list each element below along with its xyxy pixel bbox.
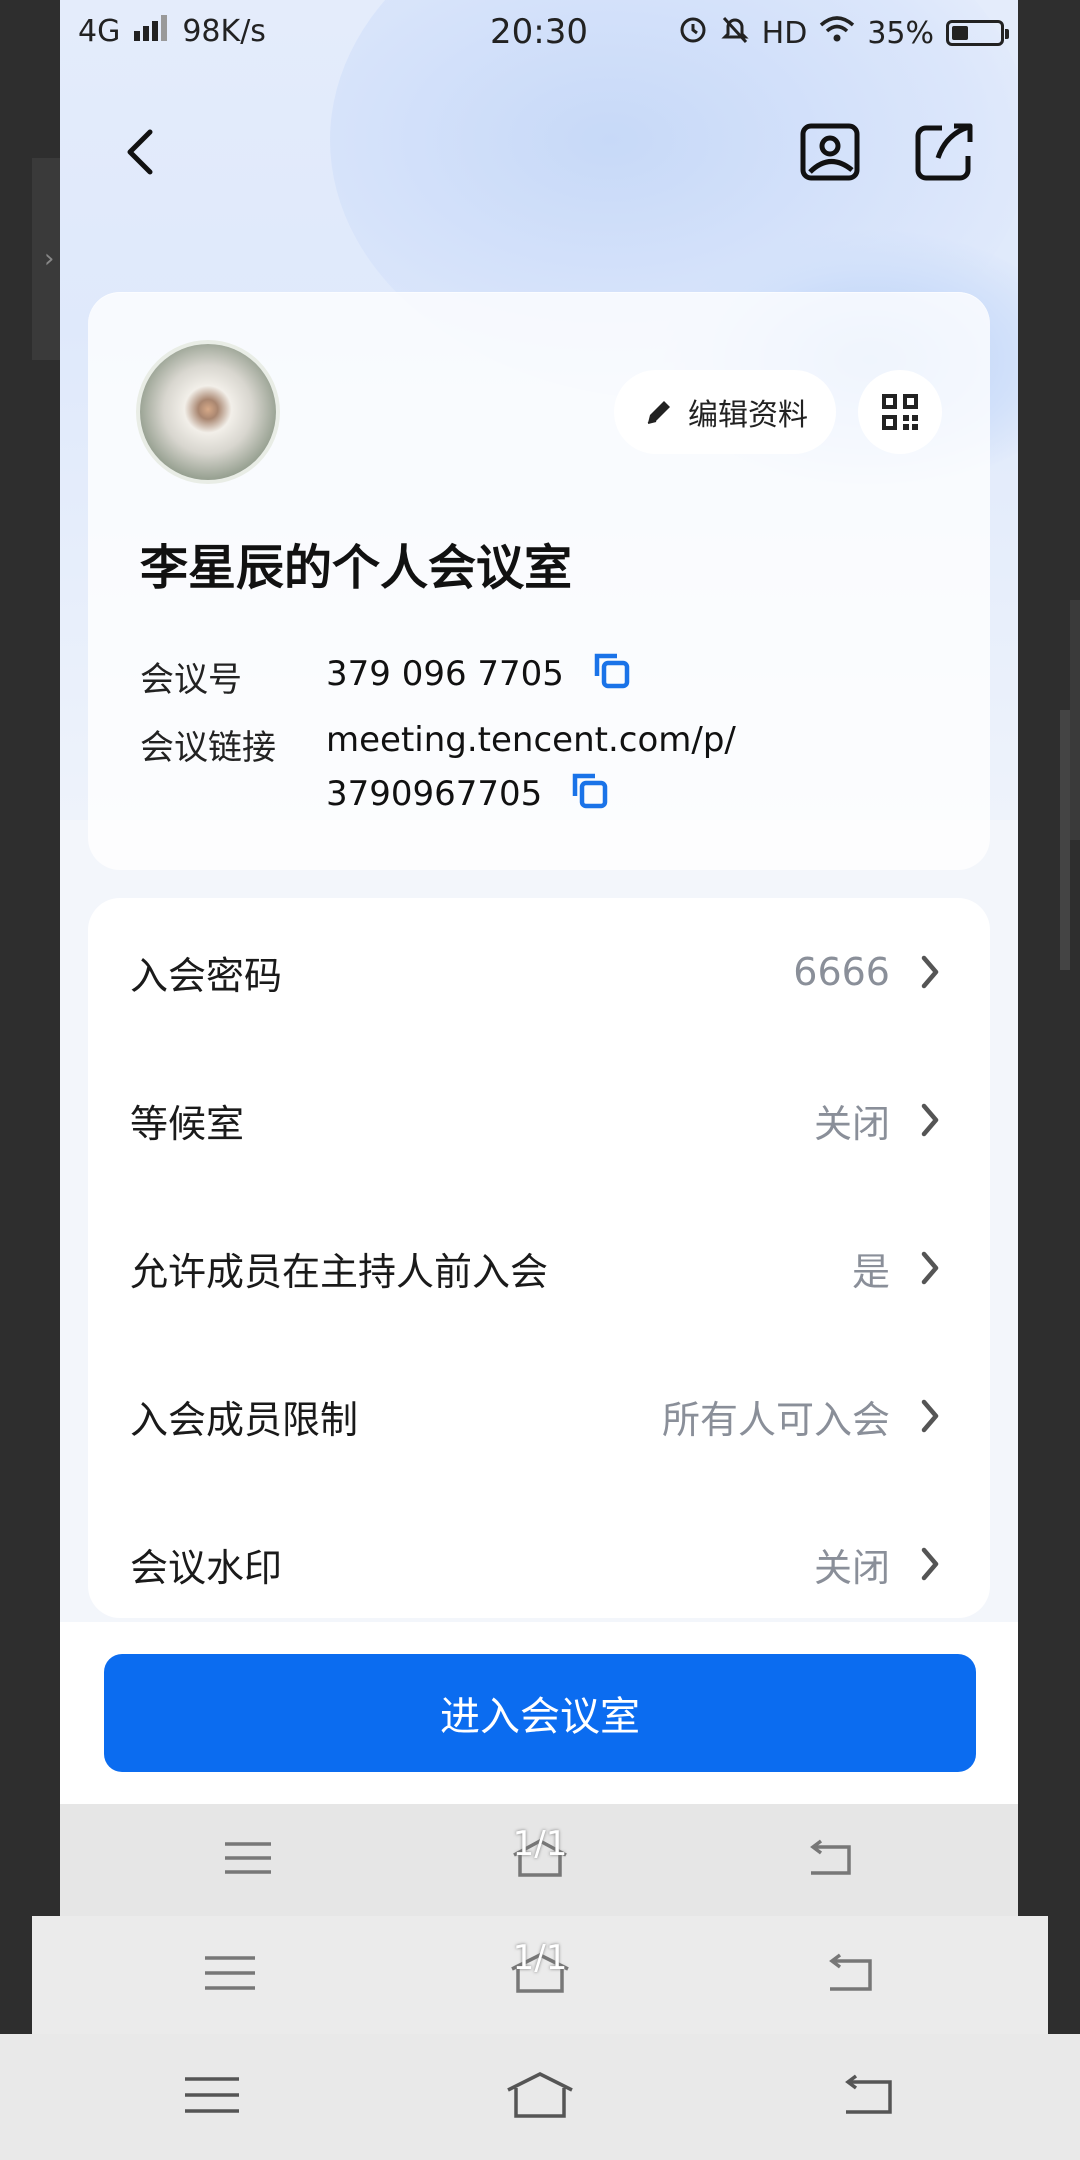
bottom-action-bar: 进入会议室	[60, 1622, 1018, 1804]
copy-meeting-link-button[interactable]	[571, 772, 609, 819]
hd-indicator: HD	[761, 15, 808, 51]
chevron-right-icon	[921, 955, 939, 989]
battery-percent: 35%	[867, 15, 934, 51]
back-icon[interactable]	[805, 1839, 855, 1881]
back-icon[interactable]	[824, 1953, 876, 1997]
system-nav-bar: 1/1	[32, 1916, 1048, 2034]
copy-meeting-id-button[interactable]	[593, 652, 631, 699]
home-icon[interactable]	[504, 2070, 576, 2124]
avatar[interactable]	[140, 344, 276, 480]
qr-code-icon	[882, 394, 918, 430]
meeting-link-line2: 3790967705	[326, 774, 543, 814]
pencil-icon	[647, 401, 670, 424]
battery-icon	[946, 20, 1009, 46]
meeting-link-label: 会议链接	[140, 728, 276, 768]
enter-meeting-room-button[interactable]: 进入会议室	[104, 1654, 976, 1772]
meeting-id-value: 379 096 7705	[326, 654, 564, 694]
setting-join-before-host[interactable]: 允许成员在主持人前入会 是	[88, 1194, 990, 1342]
image-icon	[800, 123, 860, 181]
menu-icon[interactable]	[225, 1840, 271, 1880]
mute-icon	[720, 14, 750, 52]
edit-profile-button[interactable]: 编辑资料	[614, 370, 836, 454]
profile-card: 编辑资料 李星辰的个人会议室 会议号 379 096 7705 会议链接 mee…	[88, 292, 990, 870]
back-icon[interactable]	[840, 2074, 896, 2120]
setting-value: 6666	[793, 950, 890, 994]
back-button[interactable]	[112, 122, 172, 182]
setting-value: 关闭	[813, 1101, 890, 1146]
setting-value: 所有人可入会	[661, 1397, 890, 1442]
copy-icon	[594, 653, 629, 689]
settings-list: 入会密码 6666 等候室 关闭 允许成员在主持人前入会 是 入会成员限制 所有…	[88, 898, 990, 1618]
chevron-right-icon	[921, 1103, 939, 1137]
setting-label: 会议水印	[130, 1545, 283, 1590]
room-title: 李星辰的个人会议室	[140, 540, 573, 596]
copy-icon	[572, 773, 608, 809]
meeting-id-label: 会议号	[140, 660, 242, 700]
chevron-right-icon	[921, 1547, 939, 1581]
change-background-button[interactable]	[798, 120, 862, 184]
setting-label: 入会成员限制	[130, 1397, 359, 1442]
scroll-indicator	[1070, 600, 1080, 840]
setting-label: 等候室	[130, 1101, 245, 1146]
qr-code-button[interactable]	[858, 370, 942, 454]
meeting-link-line1: meeting.tencent.com/p/	[326, 720, 736, 760]
setting-waiting-room[interactable]: 等候室 关闭	[88, 1046, 990, 1194]
system-nav-bar	[0, 2034, 1080, 2160]
chevron-right-icon	[921, 1399, 939, 1433]
share-icon	[915, 123, 973, 181]
setting-member-restriction[interactable]: 入会成员限制 所有人可入会	[88, 1342, 990, 1490]
share-button[interactable]	[912, 120, 976, 184]
status-bar: 4G 98K/s 20:30 HD 35%	[60, 0, 1018, 64]
scroll-indicator-secondary	[1060, 710, 1070, 970]
setting-value: 关闭	[813, 1545, 890, 1590]
setting-label: 允许成员在主持人前入会	[130, 1249, 549, 1294]
page-indicator: 1/1	[512, 1938, 568, 1978]
setting-watermark[interactable]: 会议水印 关闭	[88, 1490, 990, 1618]
app-screen: 4G 98K/s 20:30 HD 35% 编辑资料 李星辰的个人会议室 会议号…	[60, 0, 1018, 1804]
setting-password[interactable]: 入会密码 6666	[88, 898, 990, 1046]
edit-profile-label: 编辑资料	[688, 398, 808, 433]
menu-icon[interactable]	[185, 2075, 239, 2119]
back-arrow-icon	[127, 129, 153, 175]
menu-icon[interactable]	[205, 1954, 255, 1996]
chevron-right-icon: ›	[44, 244, 55, 274]
page-indicator: 1/1	[512, 1824, 568, 1864]
wifi-icon	[819, 15, 855, 51]
chevron-right-icon	[921, 1251, 939, 1285]
alarm-icon	[678, 14, 708, 52]
system-nav-bar: 1/1	[60, 1804, 1018, 1916]
setting-label: 入会密码	[130, 953, 283, 998]
setting-value: 是	[851, 1249, 890, 1294]
